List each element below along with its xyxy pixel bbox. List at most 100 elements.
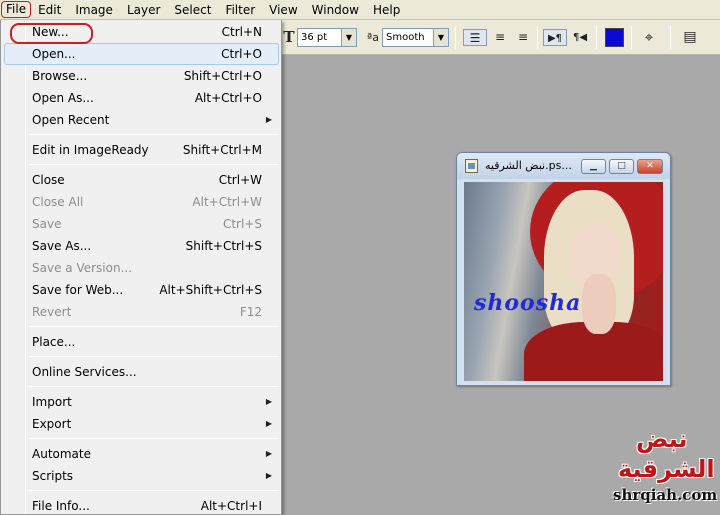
menu-separator xyxy=(29,490,279,491)
rtl-direction-icon[interactable]: ¶◀ xyxy=(570,29,590,46)
menu-item-label: Close xyxy=(32,173,65,187)
toolbar-separator xyxy=(455,26,456,49)
menu-separator xyxy=(29,356,279,357)
menu-layer[interactable]: Layer xyxy=(120,0,167,20)
document-window: نبض الشرقيه.ps... ▁ □ ✕ shoosha xyxy=(456,152,671,386)
menu-item-revert: Revert F12 xyxy=(4,301,279,323)
menu-item-shortcut: Ctrl+N xyxy=(221,25,262,39)
toolbar-separator xyxy=(596,26,597,49)
toolbar-separator xyxy=(670,26,671,49)
file-menu-dropdown: New... Ctrl+N Open... Ctrl+O Browse... S… xyxy=(0,20,282,515)
document-image-icon xyxy=(465,159,478,173)
text-color-swatch[interactable] xyxy=(605,28,624,47)
menu-item-label: Online Services... xyxy=(32,365,137,379)
menu-item-label: Save a Version... xyxy=(32,261,133,275)
menu-help[interactable]: Help xyxy=(366,0,407,20)
menu-item-edit-in-imageready[interactable]: Edit in ImageReady Shift+Ctrl+M xyxy=(4,139,279,161)
menu-item-export[interactable]: Export ▶ xyxy=(4,413,279,435)
menu-separator xyxy=(29,164,279,165)
palettes-icon[interactable]: ▤ xyxy=(680,29,700,46)
align-right-icon[interactable]: ≡ xyxy=(513,29,533,46)
menu-item-shortcut: Alt+Ctrl+O xyxy=(194,91,262,105)
align-left-icon[interactable]: ☰ xyxy=(463,29,487,46)
submenu-arrow-icon: ▶ xyxy=(265,449,272,458)
watermark-site: shrqiah.com xyxy=(613,486,718,504)
menu-item-label: Place... xyxy=(32,335,76,349)
menu-item-import[interactable]: Import ▶ xyxy=(4,391,279,413)
submenu-arrow-icon: ▶ xyxy=(265,471,272,480)
menu-item-label: Open... xyxy=(32,47,76,61)
menu-item-save: Save Ctrl+S xyxy=(4,213,279,235)
menu-item-save-for-web[interactable]: Save for Web... Alt+Shift+Ctrl+S xyxy=(4,279,279,301)
minimize-button[interactable]: ▁ xyxy=(581,159,606,174)
menu-item-shortcut: Alt+Shift+Ctrl+S xyxy=(159,283,262,297)
menu-item-close[interactable]: Close Ctrl+W xyxy=(4,169,279,191)
antialias-icon: ªa xyxy=(367,31,379,44)
menu-item-shortcut: Shift+Ctrl+M xyxy=(182,143,262,157)
menu-window[interactable]: Window xyxy=(305,0,366,20)
photo-hand-shape xyxy=(582,274,616,334)
ltr-direction-icon[interactable]: ▶¶ xyxy=(543,29,567,46)
menu-separator xyxy=(29,386,279,387)
menu-edit[interactable]: Edit xyxy=(31,0,68,20)
menu-item-open[interactable]: Open... Ctrl+O xyxy=(4,43,279,65)
menu-item-file-info[interactable]: File Info... Alt+Ctrl+I xyxy=(4,495,279,515)
menu-item-shortcut: F12 xyxy=(239,305,262,319)
menu-item-browse[interactable]: Browse... Shift+Ctrl+O xyxy=(4,65,279,87)
menu-item-label: Save for Web... xyxy=(32,283,124,297)
toolbar-separator xyxy=(631,26,632,49)
menu-item-shortcut: Ctrl+S xyxy=(222,217,262,231)
antialias-select[interactable]: Smooth ▼ xyxy=(382,28,449,47)
toolbar-separator xyxy=(537,26,538,49)
menu-item-open-recent[interactable]: Open Recent ▶ xyxy=(4,109,279,131)
menu-item-online-services[interactable]: Online Services... xyxy=(4,361,279,383)
text-orientation-icon[interactable]: T xyxy=(283,29,295,46)
menu-item-label: Open Recent xyxy=(32,113,110,127)
menu-separator xyxy=(29,134,279,135)
menu-item-label: Save xyxy=(32,217,62,231)
menu-item-label: Export xyxy=(32,417,72,431)
submenu-arrow-icon: ▶ xyxy=(265,419,272,428)
menu-item-scripts[interactable]: Scripts ▶ xyxy=(4,465,279,487)
chevron-down-icon[interactable]: ▼ xyxy=(433,29,448,46)
warp-text-icon[interactable]: ⌖ xyxy=(639,29,659,46)
menu-item-label: Revert xyxy=(32,305,72,319)
maximize-button[interactable]: □ xyxy=(609,159,634,174)
menu-item-label: Automate xyxy=(32,447,91,461)
menu-item-shortcut: Alt+Ctrl+I xyxy=(200,499,262,513)
menu-item-place[interactable]: Place... xyxy=(4,331,279,353)
menu-item-automate[interactable]: Automate ▶ xyxy=(4,443,279,465)
menu-item-shortcut: Shift+Ctrl+S xyxy=(185,239,262,253)
watermark-logo-line2: الشرقية xyxy=(618,455,715,483)
menu-item-shortcut: Alt+Ctrl+W xyxy=(192,195,262,209)
close-button[interactable]: ✕ xyxy=(637,159,663,174)
menu-item-label: Open As... xyxy=(32,91,94,105)
align-center-icon[interactable]: ≡ xyxy=(490,29,510,46)
menu-separator xyxy=(29,438,279,439)
menu-item-save-as[interactable]: Save As... Shift+Ctrl+S xyxy=(4,235,279,257)
menu-item-label: File Info... xyxy=(32,499,90,513)
menu-item-shortcut: Ctrl+O xyxy=(221,47,262,61)
menu-item-label: Save As... xyxy=(32,239,92,253)
menu-filter[interactable]: Filter xyxy=(218,0,262,20)
menu-item-label: Import xyxy=(32,395,72,409)
menu-item-close-all: Close All Alt+Ctrl+W xyxy=(4,191,279,213)
menu-view[interactable]: View xyxy=(262,0,304,20)
font-size-value: 36 pt xyxy=(301,32,328,43)
menu-item-shortcut: Ctrl+W xyxy=(218,173,262,187)
menu-item-label: Browse... xyxy=(32,69,88,83)
document-title-bar[interactable]: نبض الشرقيه.ps... ▁ □ ✕ xyxy=(457,153,670,179)
antialias-value: Smooth xyxy=(386,32,425,43)
menu-bar: File Edit Image Layer Select Filter View… xyxy=(0,0,720,20)
menu-image[interactable]: Image xyxy=(68,0,120,20)
menu-item-open-as[interactable]: Open As... Alt+Ctrl+O xyxy=(4,87,279,109)
menu-file[interactable]: File xyxy=(1,1,32,18)
document-canvas-image: shoosha xyxy=(464,182,663,381)
font-size-select[interactable]: 36 pt ▼ xyxy=(297,28,357,47)
document-title: نبض الشرقيه.ps... xyxy=(485,159,572,172)
watermark-logo-line1: نبض xyxy=(636,425,688,453)
chevron-down-icon[interactable]: ▼ xyxy=(341,29,356,46)
open-highlight-annotation xyxy=(10,23,93,44)
menu-item-label: Close All xyxy=(32,195,84,209)
menu-select[interactable]: Select xyxy=(167,0,218,20)
